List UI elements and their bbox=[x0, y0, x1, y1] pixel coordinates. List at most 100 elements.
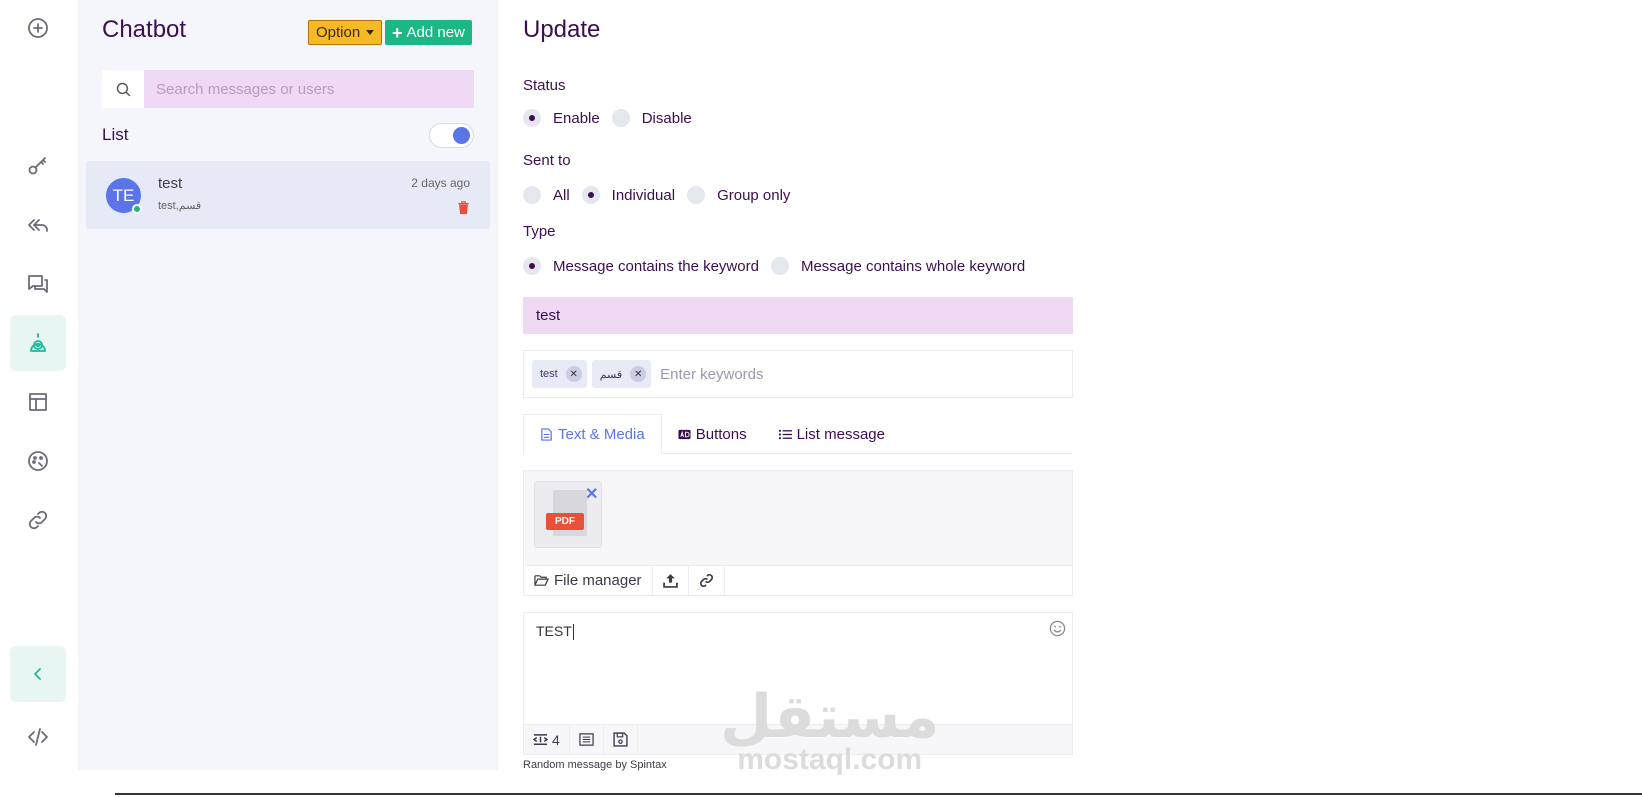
update-form: Update Status Enable Disable Sent to All… bbox=[498, 0, 1642, 797]
status-disable-option[interactable]: Disable bbox=[611, 109, 692, 127]
code-icon[interactable] bbox=[10, 709, 66, 765]
app: Chatbot Option + Add new List TE test te… bbox=[0, 0, 1642, 797]
message-text: TEST bbox=[536, 623, 574, 641]
media-toolbar: File manager bbox=[523, 565, 1073, 596]
status-enable-label: Enable bbox=[553, 109, 600, 127]
search-bar bbox=[102, 70, 474, 108]
radio-unchecked-icon[interactable] bbox=[770, 257, 789, 275]
plus-icon: + bbox=[392, 22, 403, 43]
close-icon[interactable]: ✕ bbox=[565, 366, 582, 382]
radio-unchecked-icon[interactable] bbox=[523, 186, 541, 204]
toggle-knob bbox=[453, 127, 470, 144]
chat-icon[interactable] bbox=[10, 256, 66, 312]
keyword-tag: قسم ✕ bbox=[591, 360, 652, 388]
folder-open-icon bbox=[534, 575, 549, 586]
link-icon bbox=[699, 573, 713, 588]
radio-unchecked-icon[interactable] bbox=[687, 186, 706, 204]
status-radio-group: Enable Disable bbox=[523, 109, 704, 127]
tab-text-media-label: Text & Media bbox=[558, 425, 645, 443]
icon-rail bbox=[0, 0, 78, 770]
bottom-divider bbox=[115, 793, 1642, 795]
watermark-logo: مستقل mostaql.com bbox=[720, 682, 940, 776]
watermark-arabic: مستقل bbox=[720, 682, 940, 752]
keywords-tag-input[interactable]: test ✕ قسم ✕ Enter keywords bbox=[523, 350, 1073, 398]
sent-to-label: Sent to bbox=[523, 152, 571, 169]
form-title: Update bbox=[523, 16, 601, 43]
sent-to-all-label: All bbox=[553, 186, 570, 204]
upload-button[interactable] bbox=[653, 565, 689, 596]
text-cursor bbox=[572, 624, 574, 641]
keyword-tag: test ✕ bbox=[532, 360, 587, 388]
type-whole-option[interactable]: Message contains whole keyword bbox=[770, 257, 1025, 275]
sent-to-all-option[interactable]: All bbox=[523, 186, 570, 204]
pdf-icon: PDF bbox=[546, 513, 584, 530]
tab-text-media[interactable]: Text & Media bbox=[523, 414, 662, 454]
remove-attachment-icon[interactable]: ✕ bbox=[585, 484, 598, 504]
type-contains-label: Message contains the keyword bbox=[553, 257, 759, 275]
radio-checked-icon[interactable] bbox=[523, 257, 541, 275]
message-text-value: TEST bbox=[536, 623, 572, 639]
sent-to-radio-group: All Individual Group only bbox=[523, 186, 802, 204]
file-manager-button[interactable]: File manager bbox=[524, 565, 653, 596]
media-preview-area: PDF ✕ bbox=[523, 470, 1073, 566]
save-template-button[interactable] bbox=[604, 724, 638, 755]
type-contains-option[interactable]: Message contains the keyword bbox=[523, 257, 759, 275]
tab-list-message-label: List message bbox=[796, 425, 885, 443]
save-icon bbox=[613, 732, 628, 747]
variables-button[interactable] bbox=[570, 724, 604, 755]
status-disable-label: Disable bbox=[641, 109, 692, 127]
trash-icon[interactable] bbox=[457, 201, 470, 215]
add-new-label: Add new bbox=[406, 24, 465, 41]
keyword-tag-label: قسم bbox=[599, 368, 623, 381]
status-enable-option[interactable]: Enable bbox=[523, 109, 600, 127]
sent-to-individual-option[interactable]: Individual bbox=[581, 186, 676, 204]
reply-all-icon[interactable] bbox=[10, 197, 66, 253]
emoji-icon[interactable] bbox=[1049, 620, 1066, 637]
spintax-note: Random message by Spintax bbox=[523, 759, 667, 771]
caret-down-icon bbox=[366, 30, 375, 35]
option-dropdown-button[interactable]: Option bbox=[308, 20, 383, 45]
type-label: Type bbox=[523, 223, 556, 240]
radio-checked-icon[interactable] bbox=[581, 186, 600, 204]
tab-list-message[interactable]: List message bbox=[763, 414, 901, 454]
pdf-attachment[interactable]: PDF ✕ bbox=[534, 481, 602, 548]
radio-checked-icon[interactable] bbox=[523, 109, 541, 127]
keyword-name-input[interactable]: test bbox=[523, 297, 1073, 334]
palette-icon[interactable] bbox=[10, 433, 66, 489]
file-manager-label: File manager bbox=[554, 572, 642, 589]
link-icon[interactable] bbox=[10, 492, 66, 548]
keyword-tag-label: test bbox=[540, 368, 558, 380]
chatbot-time: 2 days ago bbox=[411, 176, 470, 190]
radio-unchecked-icon[interactable] bbox=[611, 109, 630, 127]
list-alt-icon bbox=[579, 733, 594, 746]
list-toggle[interactable] bbox=[429, 123, 474, 148]
search-input[interactable] bbox=[144, 70, 474, 108]
message-type-tabs: Text & Media Buttons List message bbox=[523, 414, 1073, 454]
tab-buttons-label: Buttons bbox=[695, 425, 747, 443]
keywords-placeholder[interactable]: Enter keywords bbox=[660, 366, 763, 383]
watermark-latin: mostaql.com bbox=[737, 743, 923, 776]
chatbot-list-item[interactable]: TE test test,قسم 2 days ago bbox=[86, 161, 490, 229]
spintax-icon bbox=[533, 734, 548, 745]
robot-icon[interactable] bbox=[10, 315, 66, 371]
search-icon[interactable] bbox=[102, 70, 144, 108]
chatbot-name: test bbox=[158, 175, 183, 192]
chatbot-panel: Chatbot Option + Add new List TE test te… bbox=[78, 0, 498, 770]
sent-to-individual-label: Individual bbox=[611, 186, 676, 204]
spintax-button[interactable]: 4 bbox=[524, 724, 570, 755]
sent-to-group-label: Group only bbox=[717, 186, 791, 204]
collapse-icon[interactable] bbox=[10, 646, 66, 702]
online-status-icon bbox=[132, 204, 142, 214]
close-icon[interactable]: ✕ bbox=[630, 366, 647, 382]
add-link-button[interactable] bbox=[689, 565, 725, 596]
key-icon[interactable] bbox=[10, 138, 66, 194]
upload-icon bbox=[662, 574, 678, 588]
sent-to-group-option[interactable]: Group only bbox=[687, 186, 790, 204]
tab-buttons[interactable]: Buttons bbox=[662, 414, 763, 454]
add-circle-icon[interactable] bbox=[10, 0, 66, 56]
spintax-count: 4 bbox=[552, 731, 560, 748]
document-icon bbox=[541, 427, 552, 441]
add-new-button[interactable]: + Add new bbox=[385, 20, 472, 45]
template-icon[interactable] bbox=[10, 374, 66, 430]
type-radio-group: Message contains the keyword Message con… bbox=[523, 257, 1037, 275]
